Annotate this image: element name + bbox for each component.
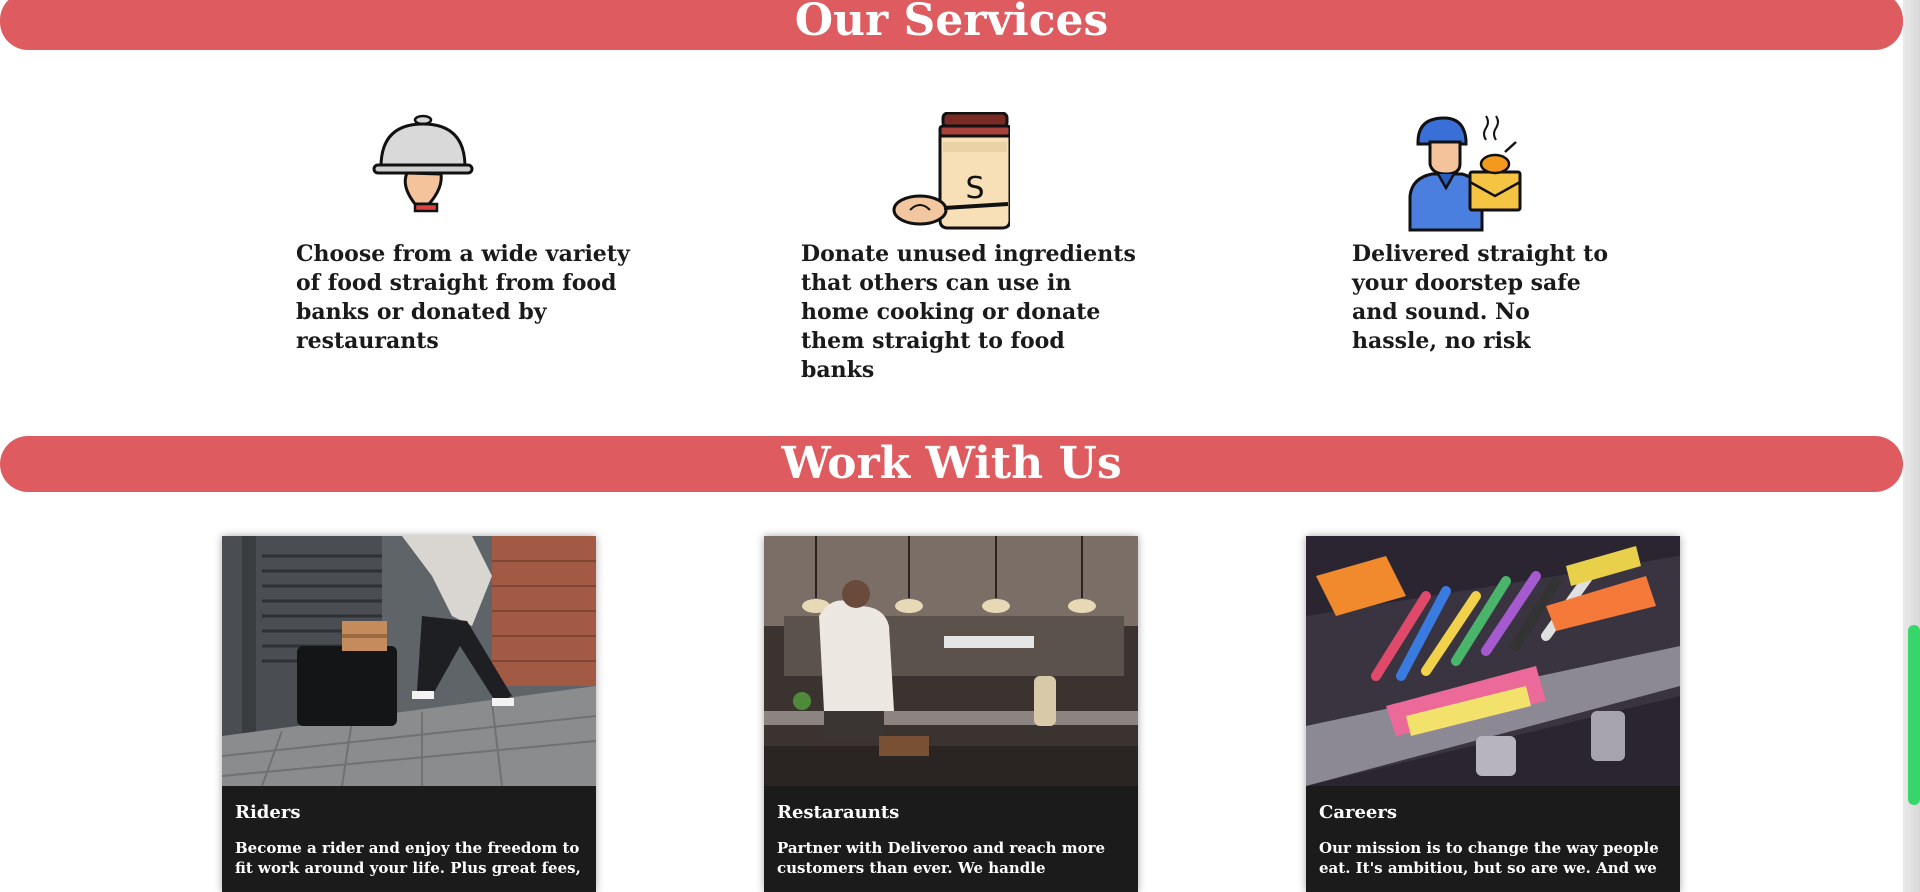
- work-heading: Work With Us: [781, 438, 1122, 489]
- scrollbar-thumb[interactable]: [1908, 625, 1920, 805]
- rider-photo: [222, 536, 596, 786]
- card-restaurants[interactable]: Restaraunts Partner with Deliveroo and r…: [764, 536, 1138, 892]
- services-heading-banner: Our Services: [0, 0, 1903, 50]
- service-description: Choose from a wide variety of food strai…: [296, 241, 630, 354]
- careers-stationery-photo: [1306, 536, 1680, 786]
- work-heading-banner: Work With Us: [0, 436, 1903, 492]
- card-riders[interactable]: Riders Become a rider and enjoy the free…: [222, 536, 596, 892]
- card-description: Become a rider and enjoy the freedom to …: [235, 839, 581, 877]
- svg-text:S: S: [965, 171, 984, 206]
- serving-cloche-icon: [371, 112, 491, 232]
- services-heading: Our Services: [794, 0, 1109, 46]
- card-description: Our mission is to change the way people …: [1319, 839, 1659, 877]
- page: Our Services Choose from a wide variety …: [0, 0, 1920, 892]
- card-description: Partner with Deliveroo and reach more cu…: [777, 839, 1106, 877]
- page-scrollbar[interactable]: [1903, 0, 1920, 892]
- service-description: Donate unused ingredients that others ca…: [801, 241, 1136, 383]
- card-title: Careers: [1319, 802, 1397, 823]
- ingredient-jar-icon: S: [890, 111, 1012, 232]
- card-title: Restaraunts: [777, 802, 900, 823]
- service-description: Delivered straight to your doorstep safe…: [1352, 241, 1608, 354]
- restaurant-kitchen-photo: [764, 536, 1138, 786]
- delivery-person-icon: [1408, 112, 1528, 232]
- card-title: Riders: [235, 802, 301, 823]
- card-careers[interactable]: Careers Our mission is to change the way…: [1306, 536, 1680, 892]
